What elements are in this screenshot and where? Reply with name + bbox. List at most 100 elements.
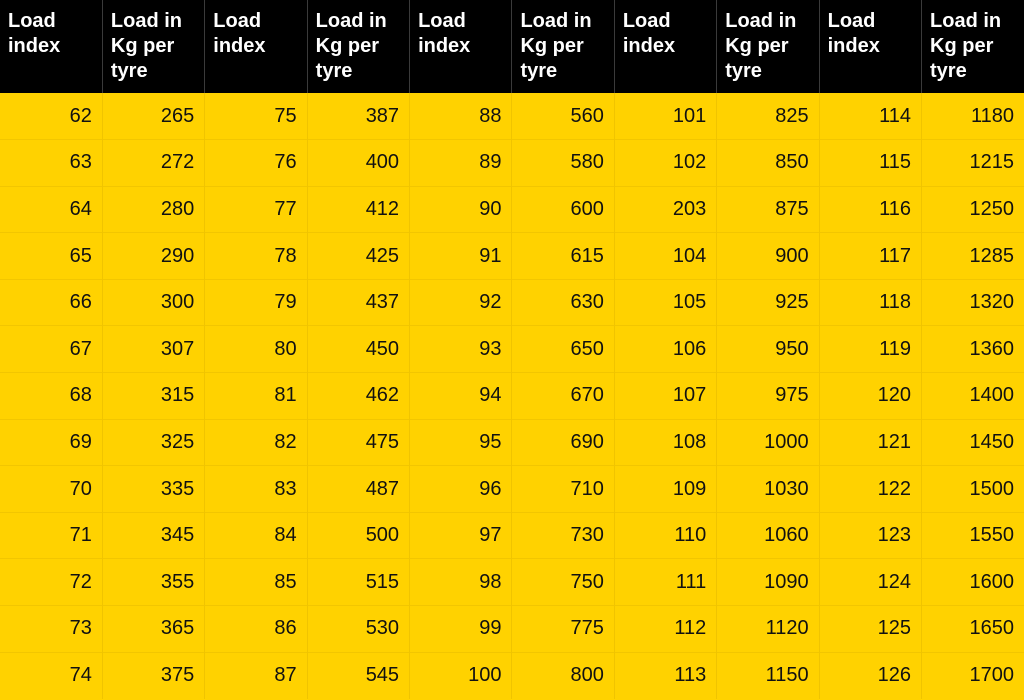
cell-load-kg: 900: [716, 232, 820, 280]
cell-load-index: 121: [818, 418, 922, 466]
cell-load-kg: 670: [511, 372, 615, 420]
cell-load-kg: 1120: [716, 605, 820, 653]
cell-load-kg: 710: [511, 465, 615, 513]
cell-load-index: 62: [0, 93, 103, 140]
table-header: Load index Load in Kg per tyre Load index L…: [0, 0, 1024, 93]
table-row: 65 290 78 425 91 615 104 900 117 1285: [0, 232, 1024, 280]
cell-load-index: 75: [204, 93, 308, 140]
cell-load-kg: 600: [511, 185, 615, 233]
cell-load-kg: 690: [511, 418, 615, 466]
cell-load-index: 112: [613, 605, 717, 653]
cell-load-kg: 1700: [921, 651, 1024, 699]
table-row: 68 315 81 462 94 670 107 975 120 1400: [0, 372, 1024, 420]
cell-load-kg: 1215: [921, 139, 1024, 187]
cell-load-kg: 365: [101, 605, 205, 653]
cell-load-index: 78: [204, 232, 308, 280]
load-index-table: Load index Load in Kg per tyre Load index L…: [0, 0, 1024, 699]
cell-load-kg: 1000: [716, 418, 820, 466]
cell-load-kg: 387: [306, 93, 410, 140]
cell-load-kg: 1285: [921, 232, 1024, 280]
cell-load-index: 120: [818, 372, 922, 420]
cell-load-index: 73: [0, 605, 103, 653]
cell-load-kg: 307: [101, 325, 205, 373]
cell-load-index: 76: [204, 139, 308, 187]
cell-load-kg: 280: [101, 185, 205, 233]
cell-load-kg: 825: [716, 93, 820, 140]
header-load-kg: Load in Kg per tyre: [716, 0, 820, 93]
cell-load-index: 65: [0, 232, 103, 280]
cell-load-index: 85: [204, 558, 308, 606]
header-row: Load index Load in Kg per tyre Load index L…: [0, 0, 1024, 93]
cell-load-kg: 750: [511, 558, 615, 606]
cell-load-index: 93: [409, 325, 512, 373]
cell-load-kg: 325: [101, 418, 205, 466]
cell-load-kg: 1450: [921, 418, 1024, 466]
cell-load-kg: 1360: [921, 325, 1024, 373]
cell-load-index: 110: [613, 511, 717, 559]
cell-load-index: 113: [613, 651, 717, 699]
table-body: 62 265 75 387 88 560 101 825 114 1180 63 272 76 400 89…: [0, 93, 1024, 699]
cell-load-index: 101: [613, 93, 717, 140]
cell-load-kg: 475: [306, 418, 410, 466]
cell-load-index: 104: [613, 232, 717, 280]
cell-load-kg: 315: [101, 372, 205, 420]
cell-load-index: 83: [204, 465, 308, 513]
table-row: 66 300 79 437 92 630 105 925 118 1320: [0, 278, 1024, 326]
cell-load-index: 119: [818, 325, 922, 373]
table-row: 74 375 87 545 100 800 113 1150 126 1700: [0, 651, 1024, 699]
cell-load-kg: 1400: [921, 372, 1024, 420]
cell-load-kg: 730: [511, 511, 615, 559]
cell-load-kg: 650: [511, 325, 615, 373]
cell-load-index: 97: [409, 511, 512, 559]
cell-load-kg: 290: [101, 232, 205, 280]
cell-load-index: 203: [613, 185, 717, 233]
cell-load-index: 108: [613, 418, 717, 466]
header-load-kg: Load in Kg per tyre: [101, 0, 205, 93]
cell-load-kg: 545: [306, 651, 410, 699]
cell-load-kg: 300: [101, 278, 205, 326]
cell-load-index: 82: [204, 418, 308, 466]
cell-load-index: 71: [0, 511, 103, 559]
table-row: 73 365 86 530 99 775 112 1120 125 1650: [0, 605, 1024, 653]
cell-load-kg: 400: [306, 139, 410, 187]
table-row: 63 272 76 400 89 580 102 850 115 1215: [0, 139, 1024, 187]
cell-load-kg: 375: [101, 651, 205, 699]
cell-load-kg: 800: [511, 651, 615, 699]
cell-load-kg: 925: [716, 278, 820, 326]
cell-load-index: 116: [818, 185, 922, 233]
cell-load-index: 72: [0, 558, 103, 606]
header-load-index: Load index: [409, 0, 512, 93]
cell-load-kg: 1650: [921, 605, 1024, 653]
cell-load-kg: 500: [306, 511, 410, 559]
cell-load-kg: 615: [511, 232, 615, 280]
cell-load-index: 67: [0, 325, 103, 373]
cell-load-index: 79: [204, 278, 308, 326]
cell-load-index: 122: [818, 465, 922, 513]
cell-load-kg: 580: [511, 139, 615, 187]
header-load-index: Load index: [0, 0, 103, 93]
table-row: 70 335 83 487 96 710 109 1030 122 1500: [0, 465, 1024, 513]
cell-load-index: 84: [204, 511, 308, 559]
cell-load-kg: 1090: [716, 558, 820, 606]
cell-load-kg: 272: [101, 139, 205, 187]
table-row: 64 280 77 412 90 600 203 875 116 1250: [0, 185, 1024, 233]
cell-load-index: 111: [613, 558, 717, 606]
cell-load-index: 81: [204, 372, 308, 420]
cell-load-index: 96: [409, 465, 512, 513]
cell-load-kg: 462: [306, 372, 410, 420]
cell-load-kg: 1250: [921, 185, 1024, 233]
cell-load-index: 70: [0, 465, 103, 513]
cell-load-index: 86: [204, 605, 308, 653]
cell-load-index: 90: [409, 185, 512, 233]
cell-load-index: 115: [818, 139, 922, 187]
cell-load-kg: 345: [101, 511, 205, 559]
cell-load-kg: 1320: [921, 278, 1024, 326]
cell-load-kg: 560: [511, 93, 615, 140]
cell-load-index: 66: [0, 278, 103, 326]
cell-load-index: 102: [613, 139, 717, 187]
cell-load-index: 64: [0, 185, 103, 233]
cell-load-index: 87: [204, 651, 308, 699]
cell-load-index: 100: [409, 651, 512, 699]
cell-load-index: 80: [204, 325, 308, 373]
cell-load-kg: 530: [306, 605, 410, 653]
